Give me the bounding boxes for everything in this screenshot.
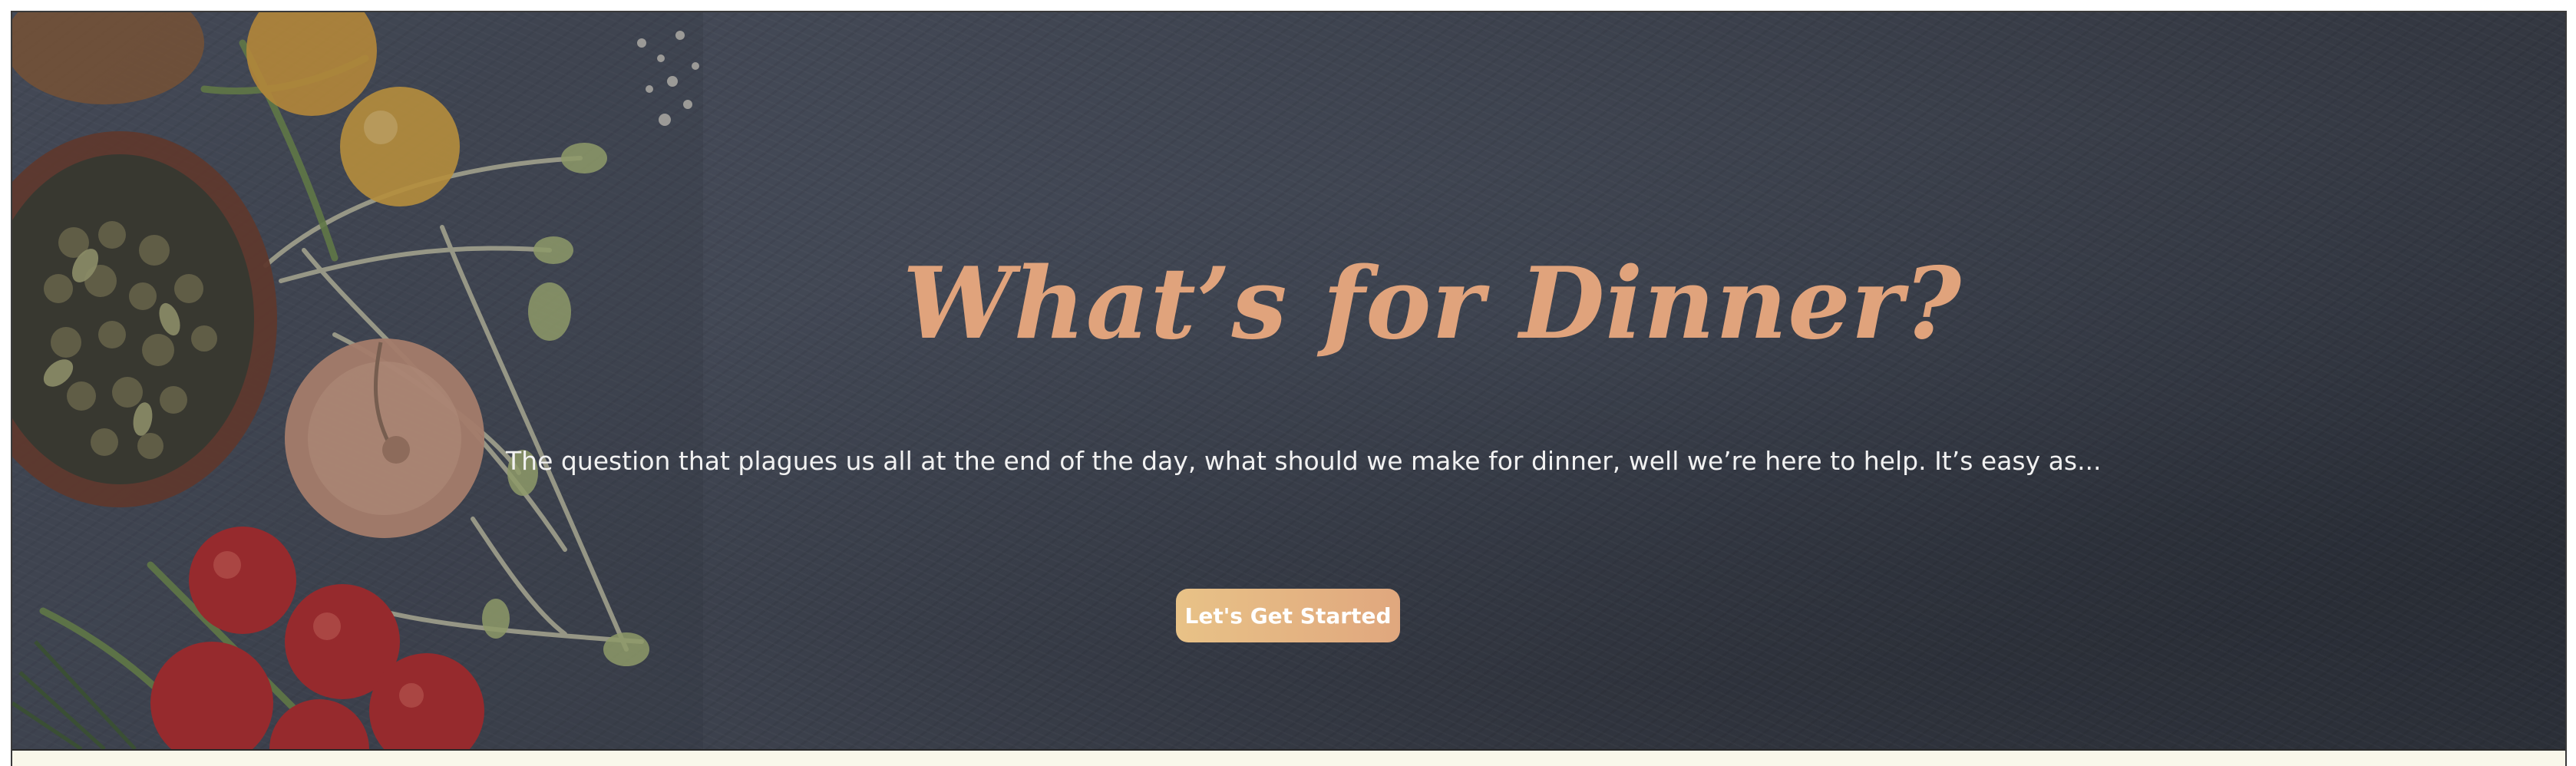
hero-subtitle: The question that plagues us all at the … bbox=[506, 446, 2102, 476]
get-started-button[interactable]: Let's Get Started bbox=[1176, 589, 1400, 642]
hero-content: What’s for Dinner? The question that pla… bbox=[12, 12, 2565, 749]
hero-section: What’s for Dinner? The question that pla… bbox=[12, 12, 2565, 749]
hero-title: What’s for Dinner? bbox=[903, 246, 1963, 362]
page-frame: What’s for Dinner? The question that pla… bbox=[11, 11, 2567, 766]
next-section-edge bbox=[12, 749, 2565, 766]
